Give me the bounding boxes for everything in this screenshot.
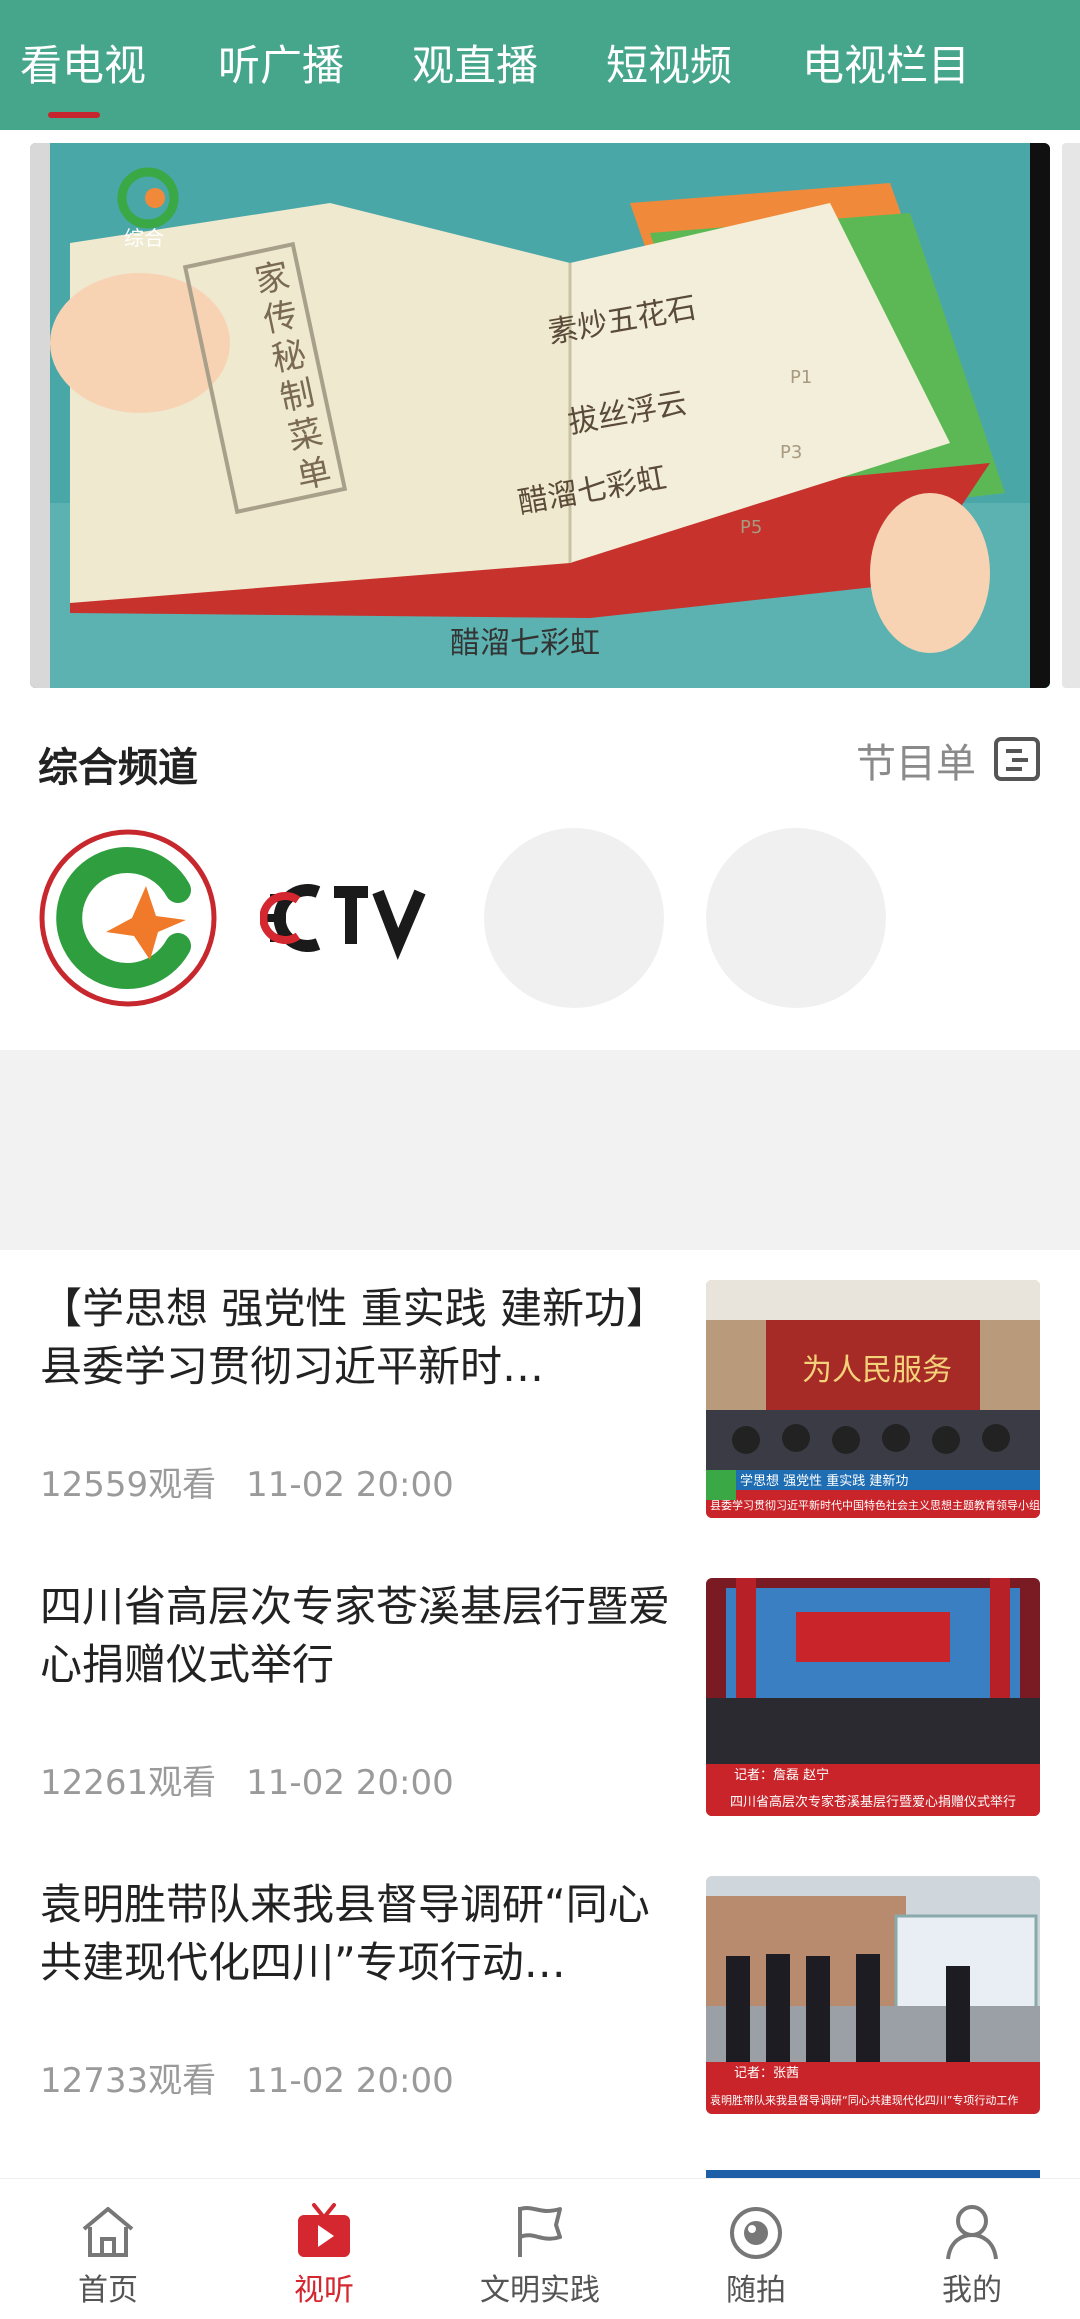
next-banner-peek <box>1062 143 1080 688</box>
news-views: 12733观看 <box>40 2061 217 2101</box>
flag-icon <box>518 2206 562 2257</box>
nav-civilization-practice[interactable]: 文明实践 <box>432 2179 648 2319</box>
camera-icon <box>730 2207 782 2259</box>
channel-placeholder-1[interactable] <box>484 828 664 1008</box>
tv-play-icon <box>298 2203 350 2257</box>
news-meta: 12733观看 11-02 20:00 <box>40 2053 454 2102</box>
ad-placeholder <box>0 1050 1080 1250</box>
thumb-caption: 袁明胜带队来我县督导调研“同心共建现代化四川”专项行动工作 <box>710 2093 1018 2107</box>
news-views: 12559观看 <box>40 1465 217 1505</box>
news-item[interactable]: 袁明胜带队来我县督导调研“同心共建现代化四川”专项行动… 12733观看 11-0… <box>0 1858 1080 2156</box>
news-thumbnail[interactable]: 记者：詹磊 赵宁 四川省高层次专家苍溪基层行暨爱心捐赠仪式举行 <box>706 1578 1040 1816</box>
nav-snapshot-label: 随拍 <box>726 2273 786 2308</box>
news-meta: 12261观看 11-02 20:00 <box>40 1755 454 1804</box>
channel-placeholder-2[interactable] <box>706 828 886 1008</box>
news-time: 11-02 20:00 <box>246 2061 454 2101</box>
active-tab-indicator <box>48 112 100 118</box>
thumb-banner-text: 为人民服务 <box>802 1353 952 1388</box>
channel-zonghe-logo[interactable] <box>38 828 218 1008</box>
tab-watch-tv[interactable]: 看电视 <box>20 36 146 96</box>
nav-snapshot[interactable]: 随拍 <box>648 2179 864 2319</box>
tab-short-video[interactable]: 短视频 <box>606 36 732 96</box>
news-item[interactable]: 【学思想 强党性 重实践 建新功】县委学习贯彻习近平新时… 12559观看 11-… <box>0 1262 1080 1560</box>
nav-home-label: 首页 <box>78 2273 138 2308</box>
nav-civilization-practice-label: 文明实践 <box>480 2273 600 2308</box>
news-meta: 12559观看 11-02 20:00 <box>40 1457 454 1506</box>
thumb-caption: 县委学习贯彻习近平新时代中国特色社会主义思想主题教育领导小组第二次会议召开 <box>710 1498 1040 1512</box>
schedule-list-icon <box>992 733 1042 787</box>
news-views: 12261观看 <box>40 1763 217 1803</box>
video-subtitle: 醋溜七彩虹 <box>450 626 600 661</box>
nav-mine-label: 我的 <box>942 2273 1002 2308</box>
thumb-caption-top: 学思想 强党性 重实践 建新功 <box>740 1473 908 1489</box>
tab-listen-radio[interactable]: 听广播 <box>218 36 344 96</box>
user-icon <box>946 2205 998 2260</box>
schedule-label: 节目单 <box>856 741 976 787</box>
news-item[interactable]: 四川省高层次专家苍溪基层行暨爱心捐赠仪式举行 12261观看 11-02 20:0… <box>0 1560 1080 1858</box>
nav-mine[interactable]: 我的 <box>864 2179 1080 2319</box>
nav-audio-video[interactable]: 视听 <box>216 2179 432 2319</box>
thumb-caption-top: 记者：詹磊 赵宁 <box>734 1767 829 1783</box>
news-thumbnail[interactable]: 记者：张茜 袁明胜带队来我县督导调研“同心共建现代化四川”专项行动工作 <box>706 1876 1040 2114</box>
menu-item-1-page: P1 <box>790 367 812 388</box>
tab-watch-live[interactable]: 观直播 <box>412 36 538 96</box>
channel-badge-label: 综合 <box>124 226 164 250</box>
news-thumbnail[interactable]: 为人民服务 学思想 强党性 重实践 建新功 县委学习贯彻习近平新时代中国特色社会… <box>706 1280 1040 1518</box>
news-title: 袁明胜带队来我县督导调研“同心共建现代化四川”专项行动… <box>40 1880 650 1987</box>
schedule-button[interactable]: 节目单 <box>856 732 1042 788</box>
channels-section-title: 综合频道 <box>38 745 198 791</box>
news-time: 11-02 20:00 <box>246 1465 454 1505</box>
news-title: 四川省高层次专家苍溪基层行暨爱心捐赠仪式举行 <box>40 1582 671 1689</box>
top-tab-bar: 看电视 听广播 观直播 短视频 电视栏目 <box>0 0 1080 130</box>
menu-item-2-page: P3 <box>780 442 802 463</box>
news-title: 【学思想 强党性 重实践 建新功】县委学习贯彻习近平新时… <box>40 1284 669 1391</box>
video-banner[interactable]: 家 传 秘 制 菜 单 素炒五花石 P1 拔丝浮云 P3 醋溜七彩虹 P5 醋溜… <box>30 143 1050 688</box>
menu-item-3-page: P5 <box>740 517 762 538</box>
nav-home[interactable]: 首页 <box>0 2179 216 2319</box>
home-icon <box>82 2207 134 2257</box>
next-news-thumbnail-peek <box>706 2162 1040 2178</box>
nav-audio-video-label: 视听 <box>294 2273 354 2308</box>
news-time: 11-02 20:00 <box>246 1763 454 1803</box>
thumb-caption: 四川省高层次专家苍溪基层行暨爱心捐赠仪式举行 <box>730 1794 1016 1810</box>
tab-tv-programs[interactable]: 电视栏目 <box>802 36 970 96</box>
bottom-navigation: 首页 视听 文明实践 随拍 我的 <box>0 2178 1080 2319</box>
channel-cctv-logo[interactable] <box>259 828 440 1008</box>
thumb-caption-top: 记者：张茜 <box>734 2066 799 2081</box>
